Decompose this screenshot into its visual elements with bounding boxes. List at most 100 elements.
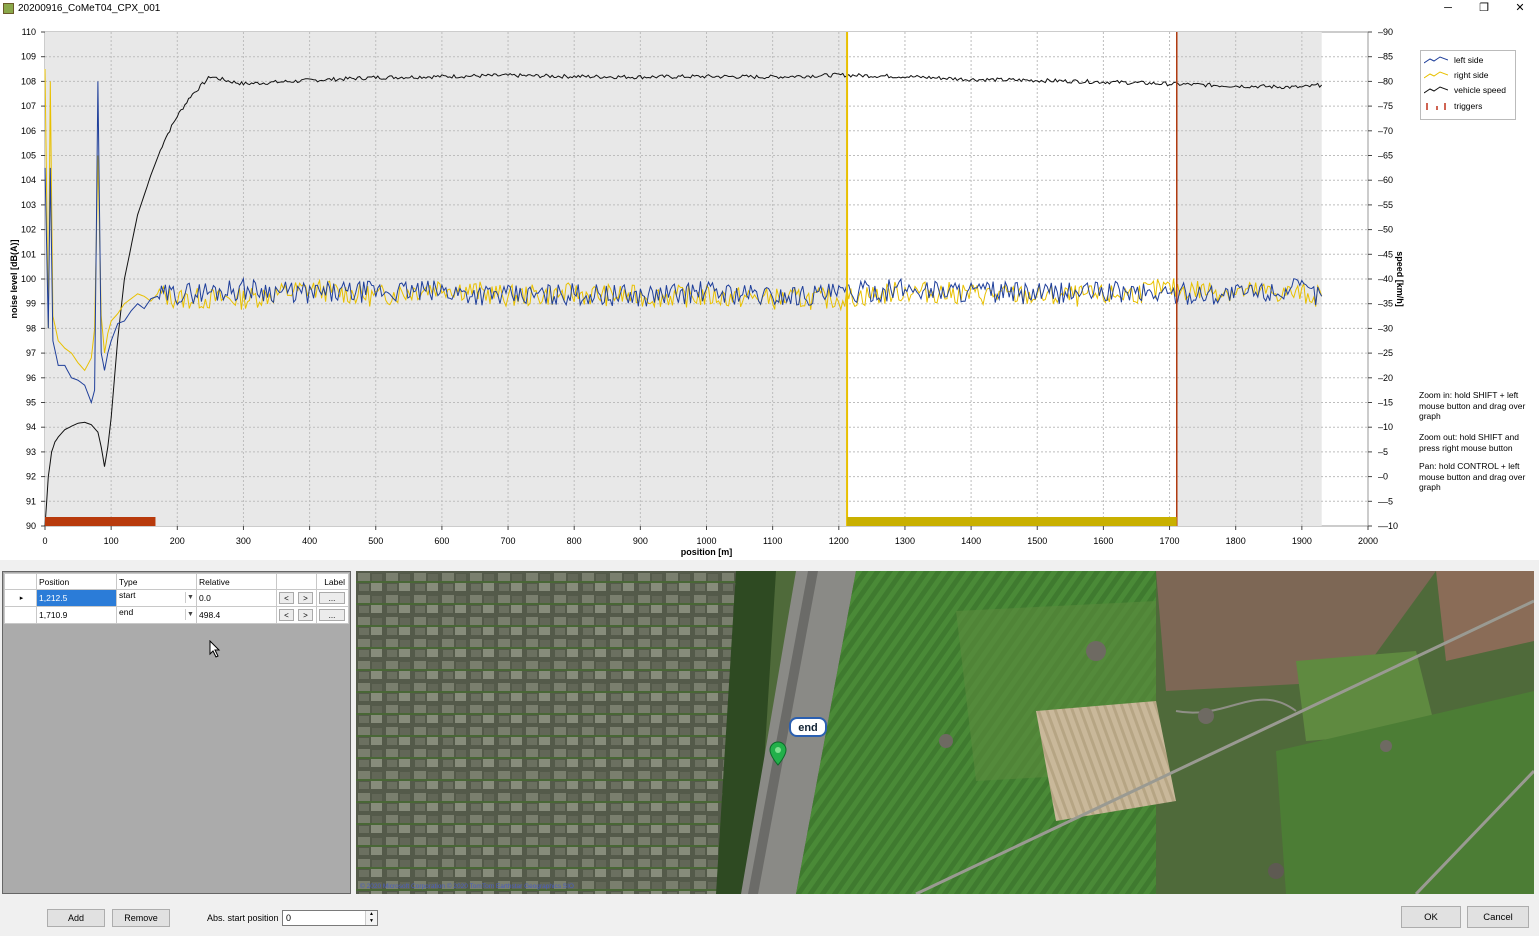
y-tick-label: 107 [21,101,36,111]
relative-cell[interactable]: 498.4 [196,606,277,624]
title-bar: 20200916_CoMeT04_CPX_001 ─ ❐ ✕ [0,0,1539,18]
column-header-label[interactable]: Label [316,573,349,590]
row-selector[interactable] [4,606,37,624]
x-tick-label: 1100 [763,536,782,546]
x-tick-label: 700 [501,536,516,546]
x-tick-label: 1900 [1292,536,1312,546]
type-cell[interactable]: start ▼ [116,589,197,607]
chevron-down-icon[interactable]: ▼ [185,592,195,603]
y2-tick-label: –15 [1378,398,1393,408]
prev-button[interactable]: < [279,609,294,621]
relative-cell[interactable]: 0.0 [196,589,277,607]
aerial-map[interactable]: end © 2020 Microsoft Corporation © 2020 … [356,571,1534,894]
row-selector[interactable]: ▸ [4,589,37,607]
nav-cell: < > [276,606,317,624]
x-tick-label: 1200 [829,536,849,546]
close-button[interactable]: ✕ [1502,0,1538,18]
cancel-button[interactable]: Cancel [1467,906,1529,928]
maximize-button[interactable]: ❐ [1466,0,1502,18]
type-value: end [119,607,134,618]
legend-label: triggers [1454,101,1483,111]
start-position-stepper[interactable]: 0 ▲ ▼ [282,910,378,926]
y-tick-label: 100 [21,274,36,284]
y2-tick-label: –10 [1378,422,1393,432]
start-position-input[interactable]: 0 [286,913,291,923]
y2-tick-label: –55 [1378,200,1393,210]
start-position-label: Abs. start position [207,913,279,923]
left-side-swatch [1424,56,1448,64]
y-tick-label: 106 [21,126,36,136]
position-cell[interactable]: 1,710.9 [36,606,117,624]
table-row[interactable]: 1,710.9 end ▼ 498.4 < > ... [4,606,349,624]
add-button[interactable]: Add [47,909,105,927]
column-header-type[interactable]: Type [116,573,197,590]
row-header-corner [4,573,37,590]
column-header-relative[interactable]: Relative [196,573,277,590]
remove-button[interactable]: Remove [112,909,170,927]
prev-button[interactable]: < [279,592,294,604]
ok-button[interactable]: OK [1401,906,1461,928]
label-cell[interactable]: ... [316,606,349,624]
position-cell[interactable]: 1,212.5 [36,589,117,607]
column-header-position[interactable]: Position [36,573,117,590]
y2-tick-label: ––10 [1378,521,1398,531]
zoom-out-hint: Zoom out: hold SHIFT and press right mou… [1419,432,1520,453]
trigger-table: Position Type Relative Label ▸ 1,212.5 s… [4,573,349,624]
y2-tick-label: –45 [1378,249,1393,259]
noise-speed-chart[interactable]: 0 100 200 300 400 500 600 700 800 900 1000 1100 1200… [0,18,1539,560]
y-tick-label: 94 [26,422,36,432]
type-value: start [119,590,136,601]
x-tick-label: 400 [302,536,317,546]
y-tick-label: 109 [21,52,36,62]
vehicle-speed-swatch [1424,86,1448,94]
y-tick-label: 95 [26,398,36,408]
y2-tick-label: ––5 [1378,496,1393,506]
chart-area[interactable]: 0 100 200 300 400 500 600 700 800 900 1000 1100 1200… [0,18,1539,560]
next-button[interactable]: > [298,592,313,604]
y-tick-label: 104 [21,175,36,185]
x-tick-label: 1000 [696,536,716,546]
y-tick-label: 99 [26,299,36,309]
map-imagery[interactable] [356,571,1534,894]
chevron-down-icon[interactable]: ▼ [185,609,195,620]
label-edit-button[interactable]: ... [319,592,345,604]
map-pin-icon[interactable] [769,741,789,767]
y2-tick-label: –65 [1378,151,1393,161]
y2-tick-label: –85 [1378,52,1393,62]
x-tick-label: 1300 [895,536,915,546]
y2-tick-label: –90 [1378,27,1393,37]
type-cell[interactable]: end ▼ [116,606,197,624]
y2-tick-label: –35 [1378,299,1393,309]
y-tick-label: 97 [26,348,36,358]
nav-cell: < > [276,589,317,607]
window-title: 20200916_CoMeT04_CPX_001 [18,3,161,14]
x-tick-label: 2000 [1358,536,1378,546]
y-axis-title: noise level [dB(A)] [9,239,19,318]
x-tick-label: 600 [434,536,449,546]
x-tick-label: 1400 [961,536,981,546]
table-row[interactable]: ▸ 1,212.5 start ▼ 0.0 < > ... [4,589,349,607]
y-tick-label: 92 [26,472,36,482]
x-tick-label: 1800 [1226,536,1246,546]
y2-tick-label: –75 [1378,101,1393,111]
y2-tick-label: –25 [1378,348,1393,358]
selection-bar [847,517,1177,526]
label-edit-button[interactable]: ... [319,609,345,621]
legend-label: vehicle speed [1454,85,1506,95]
y-tick-label: 90 [26,521,36,531]
minimize-button[interactable]: ─ [1430,0,1466,18]
x-tick-label: 1500 [1027,536,1047,546]
y2-tick-label: –80 [1378,76,1393,86]
y2-tick-label: –60 [1378,175,1393,185]
x-tick-label: 1600 [1093,536,1113,546]
x-tick-label: 200 [170,536,185,546]
spinner-arrows-icon[interactable]: ▲ ▼ [365,911,377,925]
map-marker-label[interactable]: end [789,717,827,737]
trigger-panel: Position Type Relative Label ▸ 1,212.5 s… [2,571,351,894]
pan-hint: Pan: hold CONTROL + left mouse button an… [1419,461,1526,492]
map-copyright: © 2020 Microsoft Corporation © 2020 TomT… [360,883,574,890]
label-cell[interactable]: ... [316,589,349,607]
next-button[interactable]: > [298,609,313,621]
y2-tick-label: –0 [1378,472,1388,482]
y-tick-label: 102 [21,225,36,235]
